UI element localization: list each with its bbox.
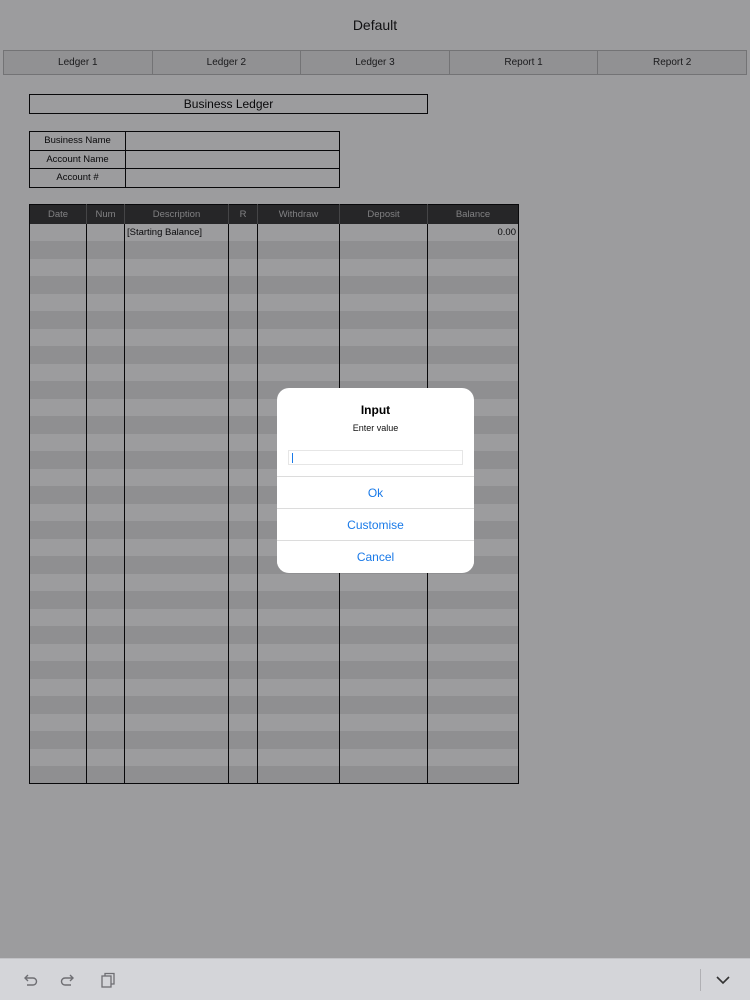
undo-icon[interactable]	[21, 971, 39, 989]
bottom-toolbar	[0, 958, 750, 1000]
toolbar-divider	[700, 969, 701, 991]
copy-icon[interactable]	[99, 971, 117, 989]
text-caret	[292, 453, 293, 463]
customise-button[interactable]: Customise	[277, 508, 474, 540]
value-input[interactable]	[288, 450, 463, 465]
input-dialog: Input Enter value Ok Customise Cancel	[277, 388, 474, 573]
dialog-message: Enter value	[352, 423, 399, 433]
app-window: Default Ledger 1 Ledger 2 Ledger 3 Repor…	[0, 0, 750, 1000]
chevron-down-icon[interactable]	[714, 971, 732, 989]
ok-button[interactable]: Ok	[277, 476, 474, 508]
redo-icon[interactable]	[59, 971, 77, 989]
dialog-title: Input	[360, 403, 391, 417]
cancel-button[interactable]: Cancel	[277, 540, 474, 572]
